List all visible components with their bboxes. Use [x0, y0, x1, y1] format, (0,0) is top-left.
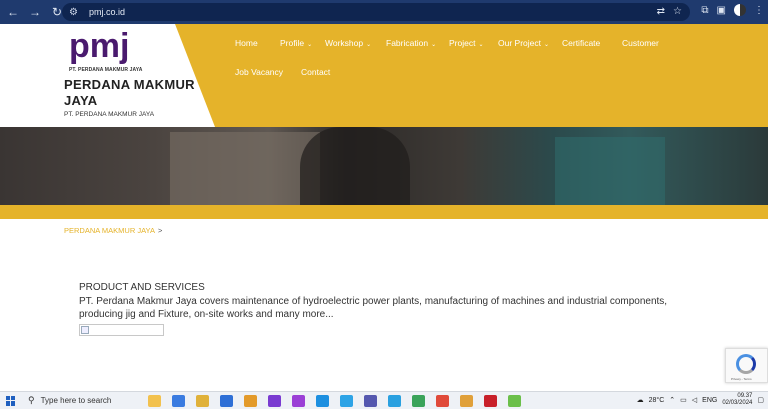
recaptcha-icon: [736, 354, 756, 374]
weather-temp[interactable]: 28°C: [649, 397, 665, 404]
menu-kebab-icon[interactable]: ⋮: [754, 5, 764, 16]
app-file-explorer-icon[interactable]: [196, 395, 209, 407]
logo-tagline: PT. PERDANA MAKMUR JAYA: [69, 67, 143, 73]
system-tray: ☁ 28°C ⌃ ▭ ◁ ENG 09.37 02/03/2024 ▢: [637, 393, 764, 407]
site-header: pmj PT. PERDANA MAKMUR JAYA PERDANA MAKM…: [0, 24, 768, 127]
menu-job-vacancy[interactable]: Job Vacancy: [235, 67, 283, 77]
windows-taskbar: ⚲ Type here to search ☁ 28°C ⌃ ▭ ◁ ENG 0…: [0, 391, 768, 409]
menu-contact[interactable]: Contact: [301, 67, 330, 77]
breadcrumb-home-link[interactable]: PERDANA MAKMUR JAYA: [64, 226, 155, 235]
chevron-down-icon: ⌄: [431, 42, 437, 48]
breadcrumb: PERDANA MAKMUR JAYA >: [64, 226, 162, 235]
section-title: PRODUCT AND SERVICES: [79, 282, 205, 293]
app-chrome-2-icon[interactable]: [460, 395, 473, 407]
section-description: PT. Perdana Makmur Jaya covers maintenan…: [79, 296, 668, 320]
tray-chevron-icon[interactable]: ⌃: [669, 396, 675, 404]
clock-date: 02/03/2024: [722, 400, 753, 406]
hero-banner-image: [0, 127, 768, 205]
site-subtitle: PT. PERDANA MAKMUR JAYA: [64, 111, 155, 118]
recaptcha-links[interactable]: Privacy - Terms: [731, 377, 752, 381]
bookmark-star-icon[interactable]: ☆: [673, 6, 682, 17]
recaptcha-badge[interactable]: Privacy - Terms: [725, 348, 768, 383]
language-indicator[interactable]: ENG: [702, 397, 717, 404]
app-word-icon[interactable]: [364, 395, 377, 407]
app-store-icon[interactable]: [292, 395, 305, 407]
chevron-down-icon: ⌄: [307, 42, 313, 48]
chevron-down-icon: ⌄: [478, 42, 484, 48]
hero-chair-shape: [555, 137, 665, 205]
volume-icon[interactable]: ◁: [692, 396, 697, 404]
windows-start-icon[interactable]: [6, 395, 16, 406]
app-mcafee-icon[interactable]: [484, 395, 497, 407]
clock[interactable]: 09.37 02/03/2024: [722, 393, 752, 407]
logo-text: pmj: [69, 29, 129, 65]
menu-fabrication[interactable]: Fabrication ⌄: [386, 38, 436, 48]
taskbar-search[interactable]: ⚲ Type here to search: [28, 394, 158, 408]
chevron-down-icon: ⌄: [366, 42, 372, 48]
app-green-icon[interactable]: [412, 395, 425, 407]
profile-avatar[interactable]: [734, 4, 746, 16]
app-edge-icon[interactable]: [316, 395, 329, 407]
chevron-down-icon: ⌄: [544, 42, 550, 48]
taskbar-apps: [148, 395, 521, 407]
hero-box-shape: [170, 132, 320, 205]
menu-workshop[interactable]: Workshop ⌄: [325, 38, 371, 48]
accent-band: [0, 205, 768, 219]
forward-arrow-icon[interactable]: →: [26, 3, 44, 21]
notification-icon[interactable]: ▢: [757, 396, 764, 404]
search-placeholder: Type here to search: [40, 396, 112, 405]
app-misc-icon[interactable]: [508, 395, 521, 407]
back-arrow-icon[interactable]: ←: [4, 3, 22, 21]
broken-image-icon: [81, 326, 89, 334]
menu-project[interactable]: Project ⌄: [449, 38, 484, 48]
site-settings-icon[interactable]: ⚙: [69, 7, 83, 18]
translate-icon[interactable]: ⇄: [657, 6, 665, 17]
url-text[interactable]: pmj.co.id: [89, 7, 125, 17]
search-icon: ⚲: [28, 395, 35, 405]
app-folder-icon[interactable]: [244, 395, 257, 407]
logo-panel: pmj PT. PERDANA MAKMUR JAYA PERDANA MAKM…: [0, 24, 215, 127]
app-teams-icon[interactable]: [340, 395, 353, 407]
app-photos-icon[interactable]: [268, 395, 281, 407]
clock-time: 09.37: [737, 393, 753, 399]
browser-toolbar: ← → ↻ ⚙ pmj.co.id ⇄ ☆ ⧉ ▣ ⋮: [0, 0, 768, 24]
menu-profile[interactable]: Profile ⌄: [280, 38, 312, 48]
app-task-view-icon[interactable]: [172, 395, 185, 407]
menu-our-project[interactable]: Our Project ⌄: [498, 38, 549, 48]
pmj-logo[interactable]: pmj: [69, 29, 135, 67]
app-mail-icon[interactable]: [220, 395, 233, 407]
broken-image: [79, 324, 164, 336]
hero-person-shape: [300, 127, 410, 205]
weather-icon[interactable]: ☁: [637, 396, 644, 404]
app-notepad-icon[interactable]: [148, 395, 161, 407]
breadcrumb-separator: >: [158, 226, 163, 235]
extensions-icon[interactable]: ⧉: [701, 5, 708, 16]
app-telegram-icon[interactable]: [388, 395, 401, 407]
address-bar[interactable]: ⚙ pmj.co.id ⇄ ☆: [62, 3, 690, 21]
app-chrome-icon[interactable]: [436, 395, 449, 407]
network-icon[interactable]: ▭: [680, 396, 687, 404]
menu-home[interactable]: Home: [235, 38, 258, 48]
site-name[interactable]: PERDANA MAKMUR JAYA: [64, 77, 214, 109]
menu-customer[interactable]: Customer: [622, 38, 659, 48]
side-panel-icon[interactable]: ▣: [717, 5, 726, 16]
menu-certificate[interactable]: Certificate: [562, 38, 600, 48]
